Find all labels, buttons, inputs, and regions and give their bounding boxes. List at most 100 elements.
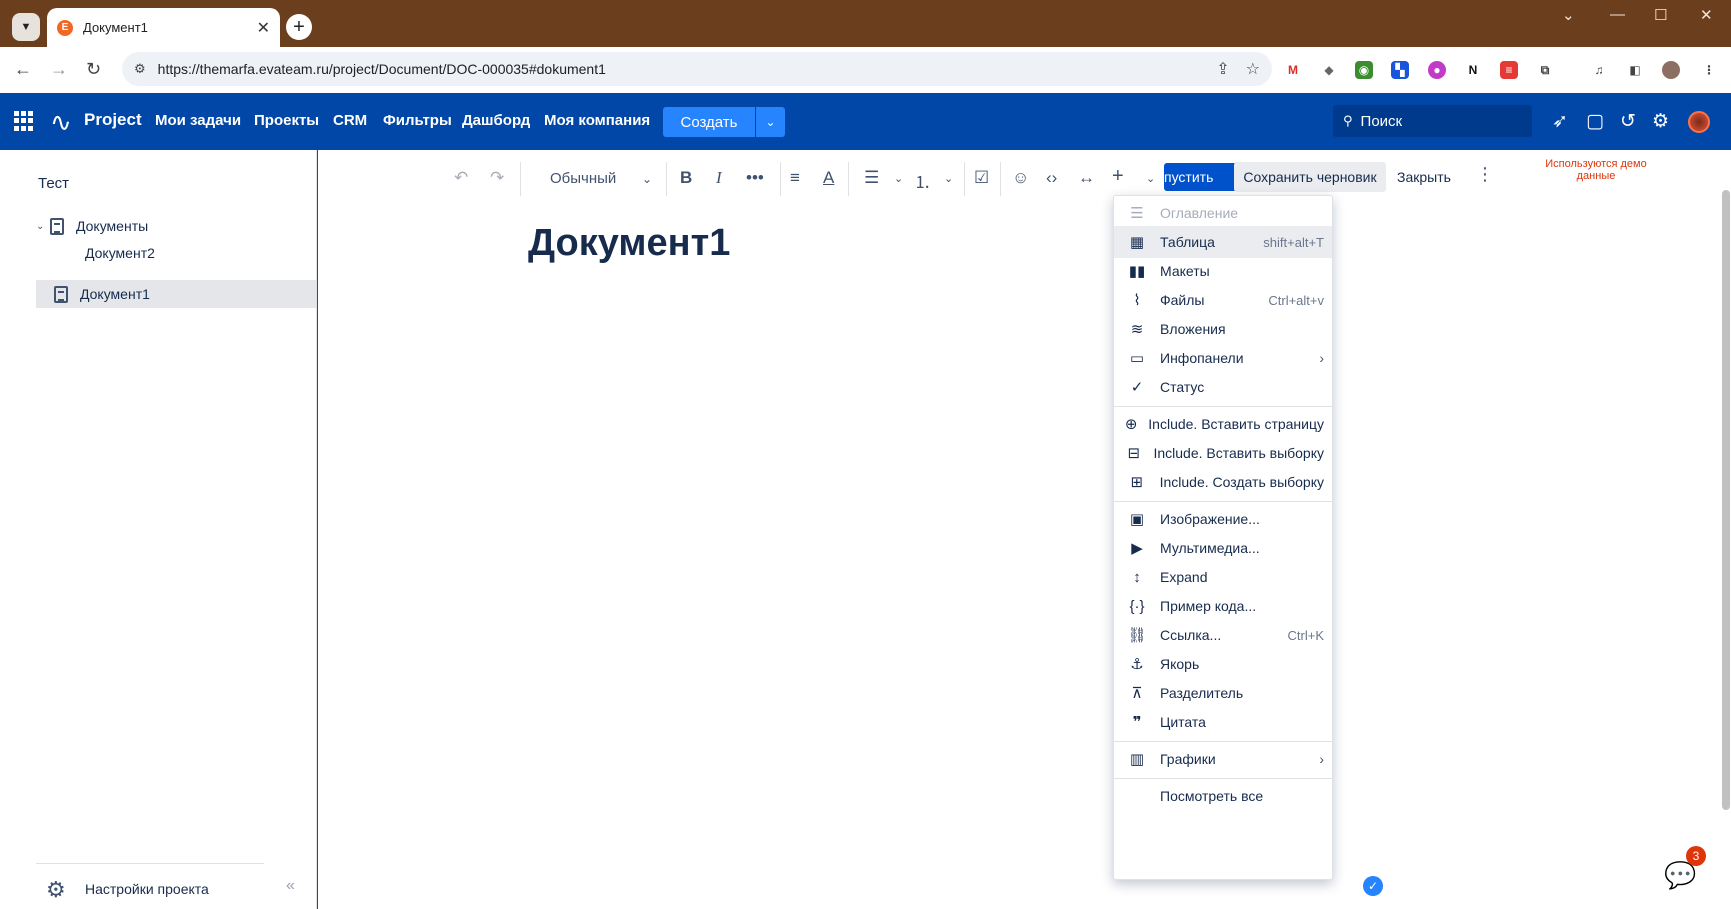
chevron-down-icon[interactable]: ⌄: [1562, 6, 1575, 24]
browser-menu-icon[interactable]: ⋮: [1700, 61, 1718, 79]
reload-icon[interactable]: ↻: [86, 59, 101, 80]
scrollbar[interactable]: [1722, 190, 1730, 810]
publish-button[interactable]: пустить: [1164, 163, 1242, 191]
menu-item-divider[interactable]: ⊼ Разделитель: [1114, 677, 1332, 709]
close-button[interactable]: Закрыть: [1397, 169, 1451, 185]
close-tab-icon[interactable]: ✕: [257, 18, 270, 38]
sidebar-item-document2[interactable]: Документ2: [36, 239, 316, 267]
chevron-down-icon[interactable]: ⌄: [36, 221, 50, 232]
chevron-down-icon[interactable]: ⌄: [894, 172, 903, 185]
extension-blue-icon[interactable]: ▚: [1391, 61, 1409, 79]
menu-item-status[interactable]: ✓ Статус: [1114, 371, 1332, 403]
menu-item-infopanels[interactable]: ▭ Инфопанели ›: [1114, 342, 1332, 374]
italic-icon[interactable]: I: [716, 168, 722, 188]
extension-green-icon[interactable]: ◉: [1355, 61, 1373, 79]
menu-item-anchor[interactable]: ⚓ Якорь: [1114, 648, 1332, 680]
forward-icon[interactable]: →: [50, 59, 68, 80]
status-check-icon[interactable]: ✓: [1363, 876, 1383, 896]
menu-dashboard[interactable]: Дашборд: [462, 112, 530, 129]
history-icon[interactable]: ↺: [1620, 110, 1636, 133]
chevron-down-icon[interactable]: ⌄: [1146, 172, 1155, 185]
menu-item-link[interactable]: ⛓ Ссылка... Ctrl+K: [1114, 619, 1332, 651]
menu-crm[interactable]: CRM: [333, 112, 367, 129]
document-title[interactable]: Документ1: [528, 222, 730, 265]
side-panel-icon[interactable]: ◧: [1626, 61, 1644, 79]
rocket-icon[interactable]: ➶: [1552, 110, 1568, 133]
extension-icon[interactable]: ◆: [1320, 61, 1338, 79]
text-color-icon[interactable]: A: [823, 168, 834, 188]
gmail-icon[interactable]: M: [1284, 61, 1302, 79]
menu-projects[interactable]: Проекты: [254, 112, 319, 129]
collapse-sidebar-icon[interactable]: «: [286, 877, 295, 895]
chevron-down-icon[interactable]: ⌄: [642, 172, 652, 186]
text-style-select[interactable]: Обычный: [550, 170, 616, 187]
minimize-icon[interactable]: —: [1610, 6, 1625, 23]
bold-icon[interactable]: B: [680, 168, 692, 188]
url-text[interactable]: https://themarfa.evateam.ru/project/Docu…: [158, 61, 1201, 77]
menu-item-attachments[interactable]: ≋ Вложения: [1114, 313, 1332, 345]
menu-item-charts[interactable]: ▥ Графики ›: [1114, 743, 1332, 775]
more-formatting-icon[interactable]: •••: [746, 168, 764, 188]
create-button[interactable]: Создать: [663, 107, 755, 137]
project-settings-link[interactable]: Настройки проекта: [85, 881, 209, 897]
new-tab-button[interactable]: +: [286, 14, 312, 40]
checkbox-icon[interactable]: ☑: [974, 168, 989, 188]
site-info-icon[interactable]: ⚙: [134, 61, 146, 77]
menu-item-image[interactable]: ▣ Изображение...: [1114, 503, 1332, 535]
bookmark-star-icon[interactable]: ☆: [1246, 59, 1260, 79]
more-options-icon[interactable]: ⋮: [1476, 164, 1494, 185]
menu-item-files[interactable]: ⌇ Файлы Ctrl+alt+v: [1114, 284, 1332, 316]
menu-item-media[interactable]: ▶ Мультимедиа...: [1114, 532, 1332, 564]
menu-my-tasks[interactable]: Мои задачи: [155, 112, 241, 129]
undo-icon[interactable]: ↶: [454, 168, 468, 188]
notes-icon[interactable]: ▢: [1586, 110, 1604, 133]
insert-plus-icon[interactable]: +: [1112, 165, 1124, 188]
tab-search-button[interactable]: ▼: [12, 13, 40, 41]
menu-item-table[interactable]: ▦ Таблица shift+alt+T: [1114, 226, 1332, 258]
emoji-icon[interactable]: ☺: [1012, 168, 1029, 188]
extension-purple-icon[interactable]: ●: [1428, 61, 1446, 79]
search-input[interactable]: ⚲ Поиск: [1333, 105, 1532, 137]
profile-avatar-icon[interactable]: [1662, 61, 1680, 79]
media-control-icon[interactable]: ♫: [1590, 61, 1608, 79]
puzzle-icon[interactable]: ⧉: [1536, 61, 1554, 79]
numbered-list-icon[interactable]: ⒈: [914, 168, 931, 193]
apps-grid-icon[interactable]: [14, 111, 34, 131]
menu-item-include-select[interactable]: ⊟ Include. Вставить выборку: [1114, 437, 1332, 469]
menu-item-label: Инфопанели: [1160, 350, 1244, 366]
code-icon[interactable]: ‹›: [1046, 168, 1057, 188]
omnibox[interactable]: ⚙ https://themarfa.evateam.ru/project/Do…: [122, 52, 1272, 86]
menu-item-quote[interactable]: ❞ Цитата: [1114, 706, 1332, 738]
menu-my-company[interactable]: Моя компания: [544, 112, 650, 129]
chevron-right-icon: ›: [1319, 350, 1324, 366]
width-icon[interactable]: ↔: [1078, 168, 1095, 188]
maximize-icon[interactable]: ☐: [1654, 6, 1667, 24]
share-icon[interactable]: ⇪: [1216, 59, 1229, 79]
menu-item-view-all[interactable]: Посмотреть все: [1114, 780, 1332, 812]
menu-item-include-page[interactable]: ⊕ Include. Вставить страницу: [1114, 408, 1332, 440]
menu-item-layouts[interactable]: ▮▮ Макеты: [1114, 255, 1332, 287]
bullet-list-icon[interactable]: ☰: [864, 168, 879, 188]
menu-item-expand[interactable]: ↕ Expand: [1114, 561, 1332, 593]
notion-icon[interactable]: N: [1464, 61, 1482, 79]
create-dropdown-chevron-icon[interactable]: ⌄: [756, 107, 785, 137]
align-left-icon[interactable]: ≡: [790, 168, 800, 188]
window-close-icon[interactable]: ✕: [1700, 6, 1713, 24]
brand-name[interactable]: Project: [84, 110, 142, 130]
chevron-down-icon[interactable]: ⌄: [944, 172, 953, 185]
gear-icon[interactable]: ⚙: [46, 877, 66, 903]
menu-item-toc[interactable]: ☰ Оглавление: [1114, 197, 1332, 229]
sidebar-item-documents[interactable]: ⌄ Документы: [36, 212, 316, 240]
logo-icon[interactable]: ∿: [50, 107, 72, 138]
redo-icon[interactable]: ↷: [490, 168, 504, 188]
gear-icon[interactable]: ⚙: [1652, 110, 1669, 133]
save-draft-button[interactable]: Сохранить черновик: [1234, 162, 1386, 192]
sidebar-item-document1[interactable]: Документ1: [36, 280, 316, 308]
menu-item-include-create[interactable]: ⊞ Include. Создать выборку: [1114, 466, 1332, 498]
menu-item-code-sample[interactable]: {·} Пример кода...: [1114, 590, 1332, 622]
browser-tab[interactable]: E Документ1 ✕: [47, 8, 280, 47]
back-icon[interactable]: ←: [14, 59, 32, 80]
user-avatar[interactable]: [1688, 111, 1710, 133]
todoist-icon[interactable]: ≡: [1500, 61, 1518, 79]
menu-filters[interactable]: Фильтры: [383, 112, 452, 129]
